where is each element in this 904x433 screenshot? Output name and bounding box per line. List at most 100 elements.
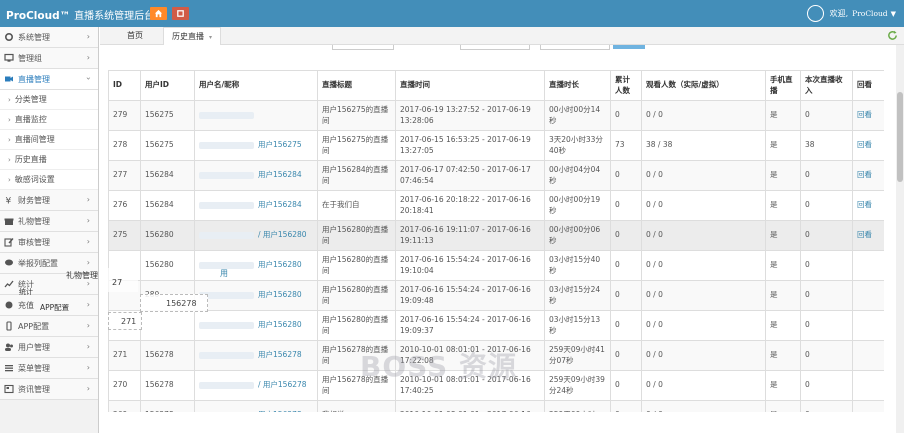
cell-time: 2010-10-01 08:01:01 - 2017-06-16 — [395, 400, 545, 412]
search-button[interactable] — [613, 45, 645, 49]
user-link[interactable]: 用户156278 — [258, 350, 302, 359]
cell-replay: 回看 — [852, 130, 884, 161]
user-link[interactable]: / 用户156280 — [258, 230, 307, 239]
replay-link[interactable]: 回看 — [857, 110, 872, 119]
table-row[interactable]: 275 156280 / 用户156280 用户156280的直播间 2017-06-1… — [108, 220, 884, 251]
redacted-username — [199, 351, 254, 359]
sidebar-subitem[interactable]: › 历史直播 — [0, 150, 98, 170]
replay-link[interactable]: 回看 — [857, 140, 872, 149]
filter-input-keyword[interactable] — [540, 45, 610, 50]
table-row[interactable]: 270 156278 / 用户156278 用户156278的直播间 2010-10-0… — [108, 370, 884, 401]
caret-down-icon[interactable]: ▼ — [891, 10, 896, 18]
column-header[interactable]: 直播时间 — [395, 70, 545, 101]
cell-income: 0 — [800, 190, 853, 221]
user-link[interactable]: / 用户156278 — [258, 380, 307, 389]
tab-home[interactable]: 首页 — [110, 27, 160, 45]
gears-icon — [4, 32, 14, 42]
home-button[interactable] — [150, 7, 167, 20]
column-header[interactable]: 累计人数 — [610, 70, 642, 101]
cell-replay: 回看 — [852, 100, 884, 131]
table-row[interactable]: 269156278 用户156278 我想说2010-10-01 08:01:01 … — [108, 400, 884, 412]
sidebar-item-list[interactable]: 菜单管理 › — [0, 358, 98, 379]
svg-text:¥: ¥ — [6, 197, 12, 206]
replay-link[interactable]: 回看 — [857, 170, 872, 179]
table-row[interactable]: 用户156280 用户156280的直播间 2017-06-16 15:54:24 … — [108, 310, 884, 341]
chevron-right-icon: › — [8, 155, 11, 164]
user-link[interactable]: 用户156280 — [258, 320, 302, 329]
sidebar-item-mobile[interactable]: APP配置 › — [0, 316, 98, 337]
column-header[interactable]: 直播标题 — [317, 70, 396, 101]
column-header[interactable]: 直播时长 — [544, 70, 611, 101]
column-header[interactable]: 用户名/昵称 — [194, 70, 318, 101]
user-link[interactable]: 用户156278 — [258, 410, 302, 412]
table-row[interactable]: 280用户156280用户156280的直播间2017-06-16 15:54:… — [108, 280, 884, 311]
column-header[interactable]: 用户ID — [140, 70, 195, 101]
logout-button[interactable] — [172, 7, 189, 20]
cell-name: 用户156280 — [194, 280, 318, 311]
table-row[interactable]: 279 156275 用户156275的直播间 2017-06-19 13:27:52… — [108, 100, 884, 131]
tab-history-live[interactable]: 历史直播 ▾ — [163, 27, 221, 45]
cell-name: 用户156284 — [194, 160, 318, 191]
sidebar-subitem[interactable]: › 直播间管理 — [0, 130, 98, 150]
sidebar-item-gears[interactable]: 系统管理 › — [0, 27, 98, 48]
cell-name: / 用户156278 — [194, 370, 318, 401]
sidebar-item-news[interactable]: 资讯管理 › — [0, 379, 98, 400]
column-header[interactable]: 本次直播收入 — [800, 70, 853, 101]
cell-mobile: 是 — [765, 400, 801, 412]
table-row[interactable]: 271 156278 用户156278 用户156278的直播间 2010-10-01 … — [108, 340, 884, 371]
sidebar-subitem[interactable]: › 分类管理 — [0, 90, 98, 110]
cell-income: 0 — [800, 100, 853, 131]
cell-viewers: 0 / 0 — [641, 340, 766, 371]
table-row[interactable]: 278 156275 用户156275 用户156275的直播间 2017-06-15 … — [108, 130, 884, 161]
cell-income: 0 — [800, 340, 853, 371]
drag-ghost-menu-label: 礼物管理 — [66, 271, 98, 280]
user-link[interactable]: 用户156280 — [258, 290, 302, 299]
sidebar-item-label: 举报列配置 — [18, 258, 58, 268]
sidebar-item-users[interactable]: 用户管理 › — [0, 337, 98, 358]
drag-ghost-app-label: APP配置 — [40, 303, 70, 312]
welcome-text: 欢迎, — [829, 9, 849, 18]
cell-replay: 回看 — [852, 190, 884, 221]
table-row[interactable]: 277 156284 用户156284 用户156284的直播间 2017-06-17 … — [108, 160, 884, 191]
monitor-icon — [4, 53, 14, 62]
user-link[interactable]: 用户156280 — [258, 260, 302, 269]
user-link[interactable]: 用户156275 — [258, 140, 302, 149]
sidebar-item-yen[interactable]: ¥ 财务管理 › — [0, 190, 98, 211]
sidebar-item-gift[interactable]: 礼物管理 › — [0, 211, 98, 232]
brand-logo[interactable]: ProCloud™ 直播系统管理后台 — [6, 7, 154, 22]
cell-uid: 156278 — [140, 340, 195, 371]
vertical-scrollbar[interactable] — [896, 45, 904, 433]
sidebar-item-video-camera[interactable]: 直播管理 › — [0, 69, 98, 90]
sidebar-subitem[interactable]: › 敏感词设置 — [0, 170, 98, 190]
cell-time: 2010-10-01 08:01:01 - 2017-06-16 17:22:0… — [395, 340, 545, 371]
replay-link[interactable]: 回看 — [857, 200, 872, 209]
scrollbar-thumb[interactable] — [897, 92, 903, 182]
filter-input-start[interactable] — [332, 45, 394, 50]
sidebar-item-monitor[interactable]: 管理组 › — [0, 48, 98, 69]
cell-uid: 156278 — [140, 370, 195, 401]
cell-title: 用户156280的直播间 — [317, 220, 396, 251]
cell-viewers: 0 / 0 — [641, 310, 766, 341]
column-header[interactable]: 手机直播 — [765, 70, 801, 101]
cell-replay — [852, 370, 884, 401]
close-tab-icon[interactable]: ▾ — [209, 34, 212, 41]
avatar[interactable] — [806, 5, 824, 22]
drag-ghost-stat-label: 统计 — [19, 288, 33, 296]
column-header[interactable]: ID — [108, 70, 141, 101]
filter-input-end[interactable] — [460, 45, 530, 50]
user-link[interactable]: 用户156284 — [258, 200, 302, 209]
table-row[interactable]: 276 156284 用户156284 在于我们自 2017-06-16 20:18:2… — [108, 190, 884, 221]
user-menu[interactable]: 欢迎, ProCloud ▼ — [806, 0, 896, 27]
redacted-username — [199, 231, 254, 239]
sidebar-item-edit[interactable]: 审核管理 › — [0, 232, 98, 253]
sidebar-subitem[interactable]: › 直播监控 — [0, 110, 98, 130]
cell-total: 0 — [610, 340, 642, 371]
cell-uid: 156275 — [140, 130, 195, 161]
user-link[interactable]: 用户156284 — [258, 170, 302, 179]
column-header[interactable]: 回看 — [852, 70, 884, 101]
replay-link[interactable]: 回看 — [857, 230, 872, 239]
cell-total: 0 — [610, 400, 642, 412]
refresh-icon[interactable] — [887, 30, 898, 41]
column-header[interactable]: 观看人数（实际/虚拟） — [641, 70, 766, 101]
cell-mobile: 是 — [765, 340, 801, 371]
